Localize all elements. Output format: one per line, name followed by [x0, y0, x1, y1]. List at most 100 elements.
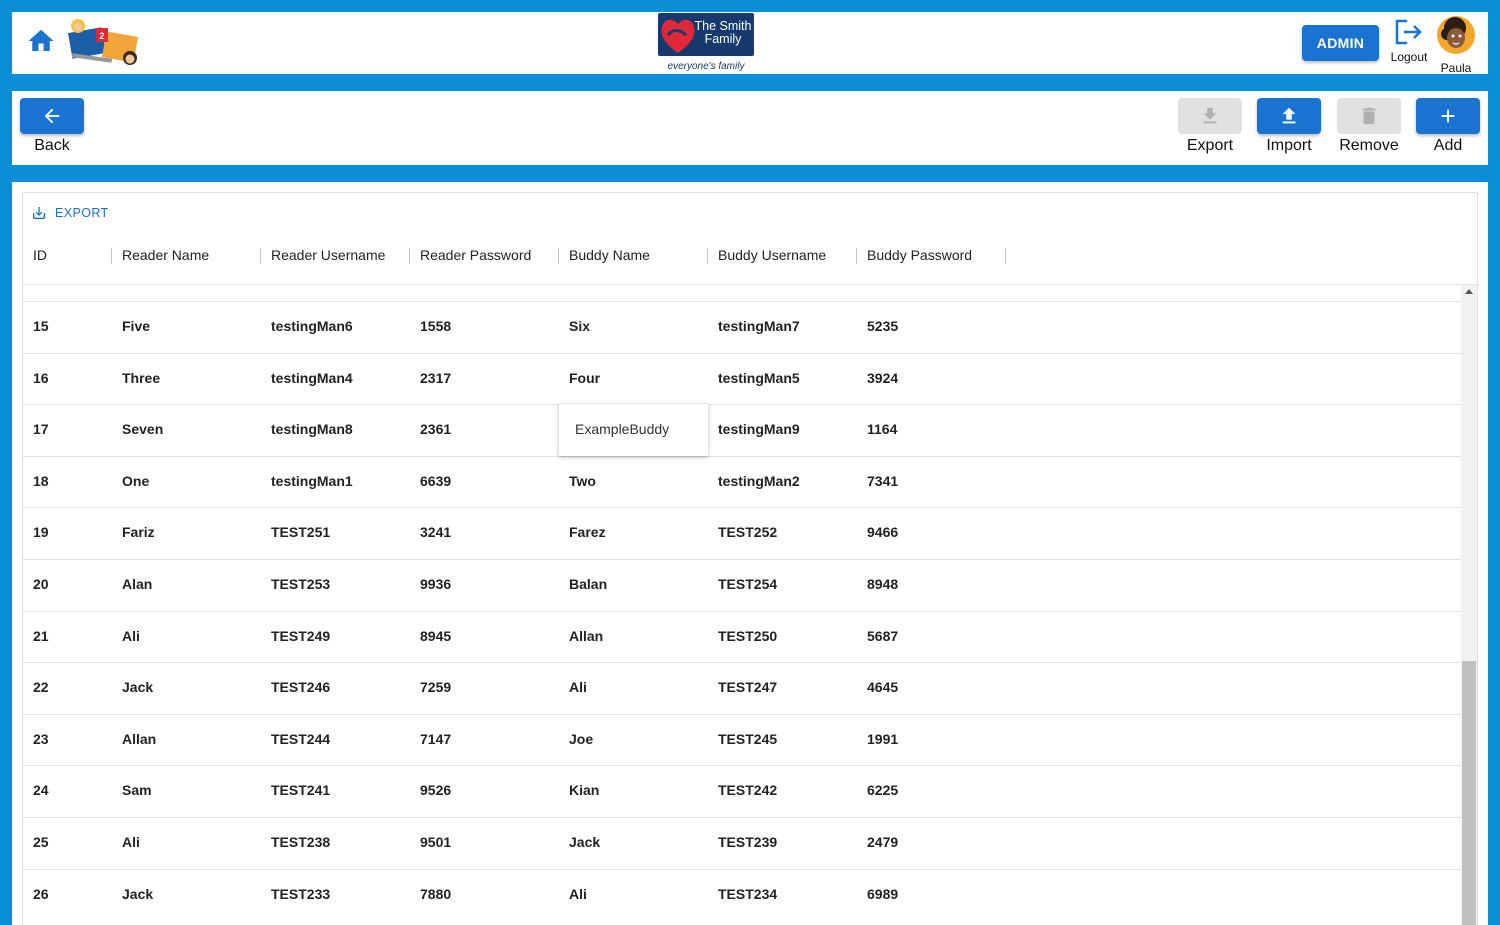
- cell-id[interactable]: 23: [23, 715, 111, 766]
- cell-buddy-name[interactable]: Joe: [559, 715, 707, 766]
- cell-buddy-username[interactable]: TEST239: [708, 818, 856, 869]
- cell-reader-name[interactable]: Seven: [112, 405, 260, 456]
- cell-buddy-name[interactable]: Farez: [559, 508, 707, 559]
- cell-buddy-password[interactable]: 5687: [857, 612, 1005, 663]
- cell-reader-password[interactable]: 3241: [410, 508, 558, 559]
- cell-id[interactable]: 19: [23, 508, 111, 559]
- column-header-buddy-name[interactable]: Buddy Name: [559, 233, 707, 285]
- cell-reader-username[interactable]: TEST246: [261, 663, 409, 714]
- cell-reader-username[interactable]: TEST238: [261, 818, 409, 869]
- cell-id[interactable]: 16: [23, 354, 111, 405]
- cell-reader-name[interactable]: Alan: [112, 560, 260, 611]
- table-row[interactable]: 24 Sam TEST241 9526 Kian TEST242 6225: [23, 765, 1461, 817]
- logout-button[interactable]: Logout: [1386, 16, 1432, 72]
- student-to-student-logo[interactable]: 2: [66, 16, 142, 68]
- cell-buddy-password[interactable]: 1991: [857, 715, 1005, 766]
- cell-reader-name[interactable]: Jack: [112, 663, 260, 714]
- column-header-reader-name[interactable]: Reader Name: [112, 233, 260, 285]
- column-header-buddy-password[interactable]: Buddy Password: [857, 233, 1005, 285]
- cell-buddy-name[interactable]: Six: [559, 302, 707, 353]
- column-header-reader-password[interactable]: Reader Password: [410, 233, 558, 285]
- cell-reader-name[interactable]: Ali: [112, 818, 260, 869]
- cell-reader-password[interactable]: 7880: [410, 870, 558, 921]
- cell-id[interactable]: 25: [23, 818, 111, 869]
- cell-buddy-password[interactable]: 6225: [857, 766, 1005, 817]
- cell-reader-username[interactable]: testingMan4: [261, 354, 409, 405]
- admin-button[interactable]: ADMIN: [1302, 25, 1379, 61]
- grid-export-button[interactable]: EXPORT: [31, 203, 109, 223]
- remove-button[interactable]: Remove: [1337, 98, 1401, 162]
- cell-buddy-name[interactable]: Ali: [559, 663, 707, 714]
- cell-reader-username[interactable]: TEST241: [261, 766, 409, 817]
- cell-reader-password[interactable]: 2361: [410, 405, 558, 456]
- cell-buddy-password[interactable]: 5235: [857, 302, 1005, 353]
- cell-reader-username[interactable]: testingMan1: [261, 457, 409, 508]
- cell-reader-password[interactable]: 7147: [410, 715, 558, 766]
- cell-buddy-password[interactable]: 3924: [857, 354, 1005, 405]
- cell-buddy-username[interactable]: testingMan7: [708, 302, 856, 353]
- cell-buddy-name[interactable]: Jack: [559, 818, 707, 869]
- cell-buddy-username[interactable]: TEST242: [708, 766, 856, 817]
- cell-reader-username[interactable]: TEST251: [261, 508, 409, 559]
- cell-buddy-name[interactable]: Two: [559, 457, 707, 508]
- cell-buddy-password[interactable]: 8948: [857, 560, 1005, 611]
- table-row[interactable]: 17 Seven testingMan8 2361 testingMan9 1164 Exa…: [23, 404, 1461, 457]
- cell-reader-name[interactable]: Sam: [112, 766, 260, 817]
- column-header-buddy-username[interactable]: Buddy Username: [708, 233, 856, 285]
- back-button[interactable]: Back: [20, 98, 84, 162]
- table-row[interactable]: 22 Jack TEST246 7259 Ali TEST247 4645: [23, 662, 1461, 714]
- table-row[interactable]: 25 Ali TEST238 9501 Jack TEST239 2479: [23, 817, 1461, 869]
- cell-id[interactable]: 21: [23, 612, 111, 663]
- cell-reader-name[interactable]: Jack: [112, 870, 260, 921]
- home-icon[interactable]: [26, 26, 56, 56]
- scroll-up-icon[interactable]: [1465, 289, 1473, 294]
- cell-buddy-password[interactable]: 1164: [857, 405, 1005, 456]
- column-header-id[interactable]: ID: [23, 233, 111, 285]
- cell-reader-username[interactable]: TEST233: [261, 870, 409, 921]
- table-row[interactable]: 26 Jack TEST233 7880 Ali TEST234 6989: [23, 868, 1461, 921]
- table-row[interactable]: 15 Five testingMan6 1558 Six testingMan7 5235: [23, 301, 1461, 353]
- cell-id[interactable]: 15: [23, 302, 111, 353]
- column-separator[interactable]: [1005, 248, 1006, 264]
- cell-buddy-username[interactable]: TEST250: [708, 612, 856, 663]
- cell-reader-username[interactable]: TEST253: [261, 560, 409, 611]
- cell-reader-name[interactable]: Five: [112, 302, 260, 353]
- cell-reader-password[interactable]: 8945: [410, 612, 558, 663]
- cell-buddy-name[interactable]: Ali: [559, 870, 707, 921]
- table-row[interactable]: 23 Allan TEST244 7147 Joe TEST245 1991: [23, 713, 1461, 766]
- cell-reader-name[interactable]: Ali: [112, 612, 260, 663]
- cell-buddy-name[interactable]: Kian: [559, 766, 707, 817]
- cell-buddy-password[interactable]: 6989: [857, 870, 1005, 921]
- cell-reader-name[interactable]: Three: [112, 354, 260, 405]
- export-button[interactable]: Export: [1178, 98, 1242, 162]
- grid-scrollbar[interactable]: [1461, 285, 1477, 925]
- cell-buddy-username[interactable]: TEST245: [708, 715, 856, 766]
- table-row[interactable]: 16 Three testingMan4 2317 Four testingMan5 392…: [23, 352, 1461, 405]
- cell-buddy-password[interactable]: 7341: [857, 457, 1005, 508]
- add-button[interactable]: Add: [1416, 98, 1480, 162]
- cell-buddy-username[interactable]: testingMan9: [708, 405, 856, 456]
- cell-buddy-name[interactable]: Balan: [559, 560, 707, 611]
- cell-reader-password[interactable]: 9936: [410, 560, 558, 611]
- cell-buddy-name[interactable]: Four: [559, 354, 707, 405]
- cell-id[interactable]: 20: [23, 560, 111, 611]
- cell-buddy-username[interactable]: TEST252: [708, 508, 856, 559]
- cell-buddy-username[interactable]: TEST254: [708, 560, 856, 611]
- cell-buddy-username[interactable]: TEST234: [708, 870, 856, 921]
- table-row[interactable]: 18 One testingMan1 6639 Two testingMan2 7341: [23, 455, 1461, 508]
- cell-buddy-password[interactable]: 4645: [857, 663, 1005, 714]
- cell-reader-password[interactable]: 1558: [410, 302, 558, 353]
- cell-buddy-username[interactable]: testingMan5: [708, 354, 856, 405]
- buddy-name-edit-input[interactable]: ExampleBuddy: [559, 404, 708, 457]
- cell-id[interactable]: 17: [23, 405, 111, 456]
- cell-id[interactable]: 24: [23, 766, 111, 817]
- cell-reader-password[interactable]: 9501: [410, 818, 558, 869]
- table-row[interactable]: 19 Fariz TEST251 3241 Farez TEST252 9466: [23, 507, 1461, 559]
- column-header-reader-username[interactable]: Reader Username: [261, 233, 409, 285]
- import-button[interactable]: Import: [1257, 98, 1321, 162]
- cell-reader-username[interactable]: TEST249: [261, 612, 409, 663]
- cell-reader-name[interactable]: One: [112, 457, 260, 508]
- cell-id[interactable]: 18: [23, 457, 111, 508]
- cell-reader-password[interactable]: 2317: [410, 354, 558, 405]
- cell-reader-password[interactable]: 7259: [410, 663, 558, 714]
